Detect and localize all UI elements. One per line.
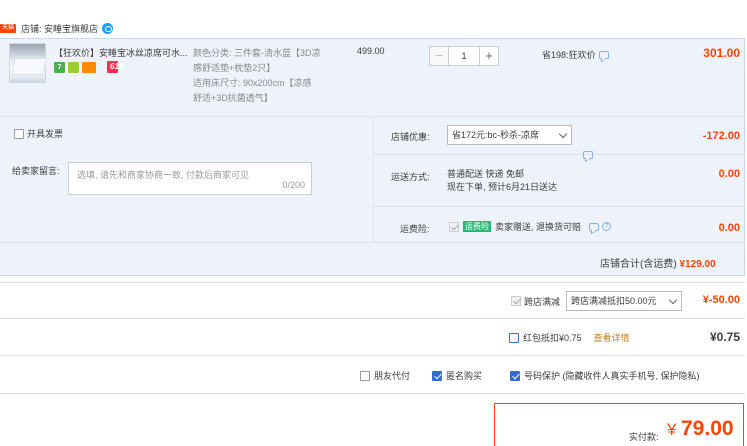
section-divider [0, 393, 745, 394]
insurance-checkbox [449, 221, 459, 232]
message-char-count: 0/200 [282, 180, 305, 190]
shipping-amount: 0.00 [718, 168, 740, 180]
product-title[interactable]: 【狂欢价】安睡宝冰丝凉席可水... [54, 46, 189, 59]
promo-text: 省198:狂欢价 [542, 50, 596, 60]
shop-total-label: 店铺合计(含运费) [600, 259, 677, 270]
decrease-quantity-button[interactable]: − [429, 46, 449, 66]
order-options: 朋友代付 匿名购买 号码保护 (隐藏收件人真实手机号, 保护隐私) [360, 369, 700, 382]
sku-line: 颜色分类: 三件套-清水蓝【3D凉 [193, 48, 321, 58]
section-divider [0, 318, 745, 319]
sku-info: 颜色分类: 三件套-清水蓝【3D凉 感舒适垫+枕垫2只】 适用床尺寸: 90x2… [193, 46, 333, 106]
payment-label: 实付款: [629, 432, 659, 442]
promo-info: 省198:狂欢价 [542, 48, 609, 61]
privacy-label: 号码保护 (隐藏收件人真实手机号, 保护隐私) [524, 371, 700, 381]
anonymous-checkbox[interactable] [432, 370, 443, 381]
shop-discount-amount: -172.00 [702, 130, 740, 142]
invoice-checkbox[interactable] [14, 128, 24, 139]
shipping-info: 普通配送 快递 免邮 现在下单, 预计6月21日送达 [447, 168, 557, 194]
invoice-option[interactable]: 开具发票 [14, 127, 63, 140]
pay-for-friend-label: 朋友代付 [374, 371, 411, 381]
increase-quantity-button[interactable]: + [479, 46, 499, 66]
shipping-method: 普通配送 快递 免邮 [447, 169, 525, 179]
item-subtotal: 301.00 [703, 46, 740, 60]
view-details-link[interactable]: 查看详情 [594, 331, 630, 344]
shipping-eta: 现在下单, 预计6月21日送达 [447, 182, 558, 192]
column-divider [373, 117, 374, 242]
insurance-text: 卖家赠送, 退换货可赔 [495, 222, 582, 232]
sku-line: 感舒适垫+枕垫2只】 [193, 63, 276, 73]
message-label: 给卖家留言: [12, 166, 60, 176]
payment-summary: 实付款: ¥ 79.00 [494, 403, 744, 446]
shop-header: 天猫 店铺: 安睡宝旗舰店 [0, 18, 114, 38]
red-packet-amount: ¥0.75 [709, 330, 740, 344]
wangwang-chat-icon[interactable] [102, 22, 114, 34]
guarantee-icon [68, 61, 79, 73]
section-divider [0, 355, 745, 356]
message-placeholder: 选填, 请先和商家协商一致, 付款后商家可见 [77, 170, 250, 180]
shop-name[interactable]: 店铺: 安睡宝旗舰店 [21, 22, 98, 35]
red-packet-checkbox[interactable] [509, 332, 519, 343]
privacy-checkbox[interactable] [510, 370, 521, 381]
section-divider [0, 282, 745, 283]
quantity-input[interactable]: 1 [449, 46, 479, 66]
insurance-tag: 运费险 [463, 221, 491, 232]
cross-store-label: 跨店满减 [524, 296, 561, 307]
chat-bubble-icon[interactable] [598, 50, 609, 59]
red-packet-option: 红包抵扣¥0.75 查看详情 [509, 331, 630, 344]
row-divider [0, 242, 745, 243]
product-thumbnail[interactable] [9, 43, 46, 83]
insurance-info: 运费险 卖家赠送, 退换货可赔 ? [449, 220, 612, 233]
currency-symbol: ¥ [667, 420, 677, 439]
credit-card-icon [82, 61, 96, 73]
618-badge: 618 [107, 61, 123, 73]
unit-price: 499.00 [357, 46, 385, 56]
anonymous-label: 匿名购买 [446, 371, 483, 381]
invoice-label: 开具发票 [27, 129, 64, 139]
help-icon[interactable]: ? [602, 222, 612, 231]
shop-discount-select[interactable]: 省172元:bc-秒杀-凉席 [447, 125, 572, 145]
shop-discount-label: 店铺优惠: [391, 132, 430, 142]
shipping-label: 运送方式: [391, 172, 430, 182]
chat-bubble-icon[interactable] [583, 151, 593, 159]
seven-day-return-icon: 7 [54, 61, 65, 73]
insurance-amount: 0.00 [718, 222, 740, 234]
tmall-tag: 天猫 [0, 23, 17, 33]
red-packet-label: 红包抵扣¥0.75 [523, 333, 582, 343]
sku-line: 舒适+3D抗菌透气】 [193, 93, 273, 103]
seller-message-input[interactable]: 选填, 请先和商家协商一致, 付款后商家可见 0/200 [68, 162, 312, 195]
insurance-label: 运费险: [400, 224, 430, 234]
payment-amount: 79.00 [681, 417, 734, 440]
shop-total-amount: ¥129.00 [679, 259, 716, 270]
pay-for-friend-checkbox[interactable] [360, 370, 370, 381]
cross-store-amount: ¥-50.00 [702, 294, 740, 306]
cross-store-discount: 跨店满减 跨店满减抵扣50.00元 [511, 291, 683, 311]
shop-total: 店铺合计(含运费) ¥129.00 [600, 255, 716, 270]
service-badges: 7 618 [54, 61, 123, 73]
chat-bubble-icon[interactable] [589, 222, 600, 231]
row-divider [374, 154, 745, 155]
row-divider [374, 206, 745, 207]
quantity-stepper: − 1 + [429, 46, 499, 66]
sku-line: 适用床尺寸: 90x200cm【凉感 [193, 78, 312, 88]
cross-store-checkbox [511, 296, 521, 306]
